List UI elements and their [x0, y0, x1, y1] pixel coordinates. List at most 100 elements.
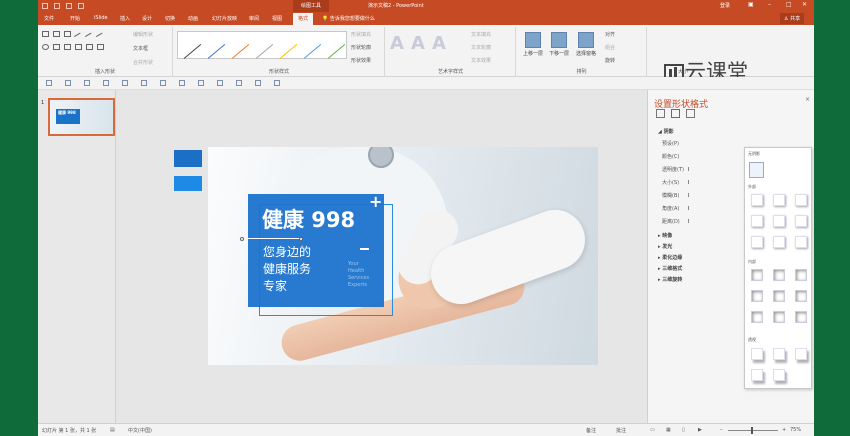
notes-button[interactable]: 备注: [586, 427, 596, 434]
login-link[interactable]: 登录: [720, 2, 730, 9]
outer-shadow-option[interactable]: [795, 194, 807, 206]
wordart-style-1[interactable]: A: [390, 33, 408, 55]
text-outline-button[interactable]: 文本轮廓: [471, 44, 491, 51]
blur-slider[interactable]: [688, 193, 689, 197]
tab-slideshow[interactable]: 幻灯片放映: [212, 15, 237, 22]
arrow-shape-icon[interactable]: [84, 32, 95, 42]
glow-section-header[interactable]: ▸ 发光: [658, 243, 672, 250]
tab-islide[interactable]: iSlide: [94, 15, 108, 21]
arrow-right-shape-icon[interactable]: [97, 44, 104, 50]
style-gold-line[interactable]: [279, 43, 298, 59]
zoom-in-icon[interactable]: +: [782, 427, 786, 433]
title-card[interactable]: 健康 998 您身边的 健康服务 专家 Your Health Services…: [248, 194, 384, 307]
inner-shadow-option[interactable]: [795, 290, 807, 302]
minimize-icon[interactable]: –: [768, 1, 771, 8]
style-gray-line[interactable]: [255, 43, 274, 59]
rectangle-shape-icon[interactable]: [42, 31, 49, 37]
inner-shadow-option[interactable]: [751, 311, 763, 323]
tab-home[interactable]: 开始: [70, 15, 80, 22]
outer-shadow-option[interactable]: [773, 194, 785, 206]
bevel-section-header[interactable]: ▸ 三维格式: [658, 265, 682, 272]
style-lightblue-line[interactable]: [303, 43, 322, 59]
maximize-icon[interactable]: □: [786, 1, 792, 8]
slide-subtitle[interactable]: 您身边的 健康服务 专家: [263, 244, 343, 295]
tab-view[interactable]: 视图: [272, 15, 282, 22]
slide-title[interactable]: 健康 998: [262, 204, 355, 234]
present-icon[interactable]: [78, 3, 84, 9]
share-button[interactable]: ♙ 共享: [780, 13, 805, 24]
qat-tool9-icon[interactable]: [217, 80, 223, 86]
group-button[interactable]: 组合: [605, 44, 615, 51]
qat-tool12-icon[interactable]: [274, 80, 280, 86]
qat-tool4-icon[interactable]: [122, 80, 128, 86]
zoom-slider-knob[interactable]: [751, 427, 753, 434]
inner-shadow-option[interactable]: [751, 269, 763, 281]
undo-icon[interactable]: [54, 3, 60, 9]
normal-view-icon[interactable]: ▭: [650, 427, 655, 433]
tab-format[interactable]: 格式: [293, 13, 314, 25]
right-triangle-shape-icon[interactable]: [86, 44, 93, 50]
shape-gallery[interactable]: [42, 31, 108, 50]
outer-shadow-option[interactable]: [773, 236, 785, 248]
ribbon-display-icon[interactable]: ▣: [748, 1, 754, 8]
tab-file[interactable]: 文件: [44, 15, 54, 22]
spell-check-icon[interactable]: ▤: [110, 427, 115, 433]
rounded-rect-shape-icon[interactable]: [64, 44, 71, 50]
reflection-section-header[interactable]: ▸ 映像: [658, 232, 672, 239]
textbox-shape-icon[interactable]: [53, 31, 60, 37]
selection-pane-button[interactable]: 选择窗格: [573, 32, 599, 57]
style-dark-line[interactable]: [183, 43, 202, 59]
outer-shadow-option[interactable]: [751, 194, 763, 206]
qat-undo-icon[interactable]: [65, 80, 71, 86]
reading-view-icon[interactable]: ▯: [682, 427, 685, 433]
tab-design[interactable]: 设计: [142, 15, 152, 22]
perspective-shadow-option[interactable]: [751, 369, 763, 381]
inner-shadow-option[interactable]: [795, 269, 807, 281]
bring-forward-button[interactable]: 上移一层: [520, 32, 546, 57]
outer-shadow-option[interactable]: [773, 215, 785, 227]
send-backward-button[interactable]: 下移一层: [546, 32, 572, 57]
line-shape-icon[interactable]: [73, 32, 84, 42]
shadow-section-header[interactable]: ◢ 阴影: [658, 128, 674, 135]
outer-shadow-option[interactable]: [751, 236, 763, 248]
wordart-style-3[interactable]: A: [432, 33, 450, 55]
text-effects-button[interactable]: 文本效果: [471, 57, 491, 64]
rect2-shape-icon[interactable]: [53, 44, 60, 50]
title-underline[interactable]: [248, 238, 302, 239]
qat-tool10-icon[interactable]: [236, 80, 242, 86]
no-shadow-option[interactable]: [749, 162, 764, 178]
inner-shadow-option[interactable]: [795, 311, 807, 323]
perspective-shadow-option[interactable]: [751, 348, 763, 360]
style-blue-line[interactable]: [207, 43, 226, 59]
zoom-out-icon[interactable]: –: [720, 427, 723, 433]
english-tagline[interactable]: Your Health Services Experts: [348, 261, 388, 289]
save-icon[interactable]: [42, 3, 48, 9]
qat-tool6-icon[interactable]: [160, 80, 166, 86]
zoom-slider-track[interactable]: [728, 430, 778, 431]
soft-edges-section-header[interactable]: ▸ 柔化边缘: [658, 254, 682, 261]
edit-shape-button[interactable]: 编辑形状: [133, 31, 153, 38]
size-slider[interactable]: [688, 180, 689, 184]
style-orange-line[interactable]: [231, 43, 250, 59]
angle-slider[interactable]: [688, 206, 689, 210]
fill-line-icon[interactable]: [656, 109, 665, 118]
blue-shape-2[interactable]: [174, 176, 202, 191]
tab-animations[interactable]: 动画: [188, 15, 198, 22]
inner-shadow-option[interactable]: [773, 311, 785, 323]
qat-redo-icon[interactable]: [84, 80, 90, 86]
selection-handle-left[interactable]: [240, 237, 244, 241]
shape-styles-gallery[interactable]: [177, 31, 347, 59]
transparency-slider[interactable]: [688, 167, 689, 171]
perspective-shadow-option[interactable]: [773, 348, 785, 360]
rotate-button[interactable]: 旋转: [605, 57, 615, 64]
qat-tool11-icon[interactable]: [255, 80, 261, 86]
selection-handle-right[interactable]: [299, 237, 303, 241]
qat-tool7-icon[interactable]: [179, 80, 185, 86]
triangle-shape-icon[interactable]: [75, 44, 82, 50]
slide-sorter-icon[interactable]: ▦: [666, 427, 671, 433]
qat-tool8-icon[interactable]: [198, 80, 204, 86]
shape-outline-button[interactable]: 形状轮廓: [351, 44, 371, 51]
qat-save-icon[interactable]: [46, 80, 52, 86]
close-icon[interactable]: ✕: [802, 1, 807, 8]
perspective-shadow-option[interactable]: [773, 369, 785, 381]
